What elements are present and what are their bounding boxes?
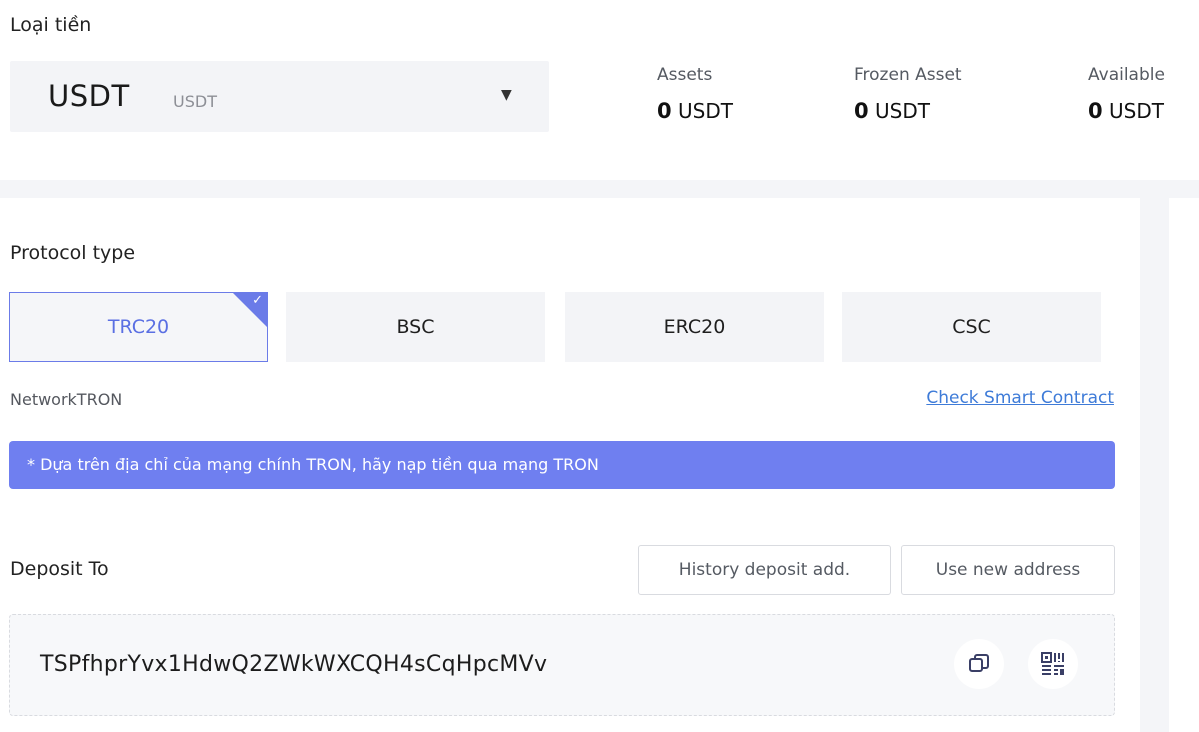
stat-available-value: 0 USDT bbox=[1088, 99, 1165, 123]
history-deposit-button[interactable]: History deposit add. bbox=[638, 545, 891, 595]
stat-frozen-unit: USDT bbox=[874, 99, 930, 123]
protocol-title: Protocol type bbox=[10, 242, 136, 264]
tab-csc[interactable]: CSC bbox=[842, 292, 1101, 362]
tab-trc20-label: TRC20 bbox=[107, 316, 170, 338]
currency-header: Loại tiền USDT USDT ▼ Assets 0 USDT Froz… bbox=[0, 0, 1199, 180]
currency-name: USDT bbox=[173, 92, 217, 111]
stat-assets: Assets 0 USDT bbox=[657, 65, 733, 123]
copy-button[interactable] bbox=[954, 639, 1004, 689]
tab-erc20-label: ERC20 bbox=[663, 316, 726, 338]
stat-available-label: Available bbox=[1088, 65, 1165, 85]
stat-frozen-amount: 0 bbox=[854, 99, 869, 123]
stat-assets-unit: USDT bbox=[677, 99, 733, 123]
network-notice: * Dựa trên địa chỉ của mạng chính TRON, … bbox=[9, 441, 1115, 489]
stat-assets-amount: 0 bbox=[657, 99, 672, 123]
caret-down-icon: ▼ bbox=[501, 87, 512, 103]
currency-select[interactable]: USDT USDT ▼ bbox=[10, 61, 549, 132]
stat-assets-label: Assets bbox=[657, 65, 713, 85]
deposit-panel: Protocol type TRC20 ✓ BSC ERC20 CSC Netw… bbox=[0, 198, 1140, 732]
stat-assets-value: 0 USDT bbox=[657, 99, 733, 123]
currency-label: Loại tiền bbox=[10, 14, 92, 36]
stat-available: Available 0 USDT bbox=[1088, 65, 1165, 123]
stat-available-unit: USDT bbox=[1108, 99, 1164, 123]
section-divider bbox=[0, 180, 1199, 200]
use-new-address-button[interactable]: Use new address bbox=[901, 545, 1115, 595]
stat-frozen-label: Frozen Asset bbox=[854, 65, 962, 85]
qr-button[interactable] bbox=[1028, 639, 1078, 689]
copy-icon bbox=[969, 654, 989, 672]
address-box: TSPfhprYvx1HdwQ2ZWkWXCQH4sCqHpcMVv bbox=[9, 614, 1115, 716]
check-icon: ✓ bbox=[252, 293, 263, 308]
stat-frozen: Frozen Asset 0 USDT bbox=[854, 65, 962, 123]
network-label: NetworkTRON bbox=[10, 390, 123, 409]
currency-symbol: USDT bbox=[48, 79, 130, 113]
side-divider bbox=[1140, 198, 1169, 732]
side-panel bbox=[1169, 198, 1199, 732]
tab-bsc[interactable]: BSC bbox=[286, 292, 545, 362]
deposit-address[interactable]: TSPfhprYvx1HdwQ2ZWkWXCQH4sCqHpcMVv bbox=[40, 652, 547, 677]
tab-csc-label: CSC bbox=[952, 316, 991, 338]
tab-trc20[interactable]: TRC20 ✓ bbox=[9, 292, 268, 362]
qr-code-icon bbox=[1041, 652, 1064, 675]
tab-erc20[interactable]: ERC20 bbox=[565, 292, 824, 362]
stat-frozen-value: 0 USDT bbox=[854, 99, 962, 123]
tab-bsc-label: BSC bbox=[396, 316, 435, 338]
check-smart-contract-link[interactable]: Check Smart Contract bbox=[926, 388, 1114, 408]
deposit-title: Deposit To bbox=[10, 558, 109, 580]
stat-available-amount: 0 bbox=[1088, 99, 1103, 123]
